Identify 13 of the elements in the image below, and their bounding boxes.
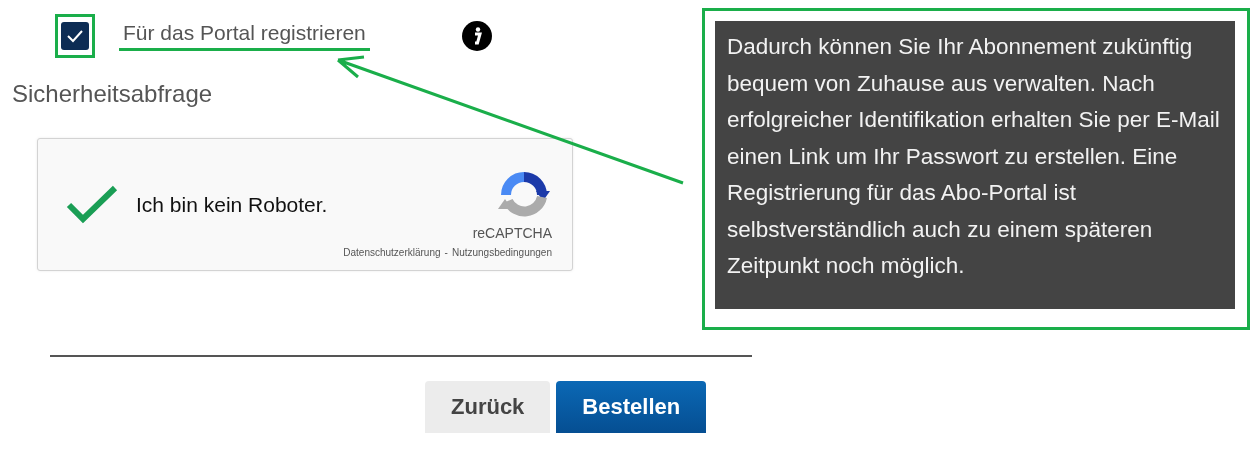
privacy-link[interactable]: Datenschutzerklärung bbox=[343, 247, 441, 258]
info-icon[interactable] bbox=[461, 21, 492, 51]
checkmark-icon[interactable] bbox=[66, 184, 118, 225]
link-separator: - bbox=[444, 247, 448, 258]
check-icon bbox=[66, 29, 84, 43]
terms-link[interactable]: Nutzungsbedingungen bbox=[451, 247, 552, 258]
tooltip: Dadurch können Sie Ihr Abonnement zukünftig bequem von Zuhause aus verwalten. Nach erfolgreicher Identifikation erhalten Sie per E-Mail einen Link um Ihr Passwort zu erstellen. Eine Registrierung für das Abo-Portal ist selbstverständlich auch zu einem späteren Zeitpunkt noch möglich. bbox=[715, 21, 1235, 309]
checkbox-label[interactable]: Für das Portal registrieren bbox=[119, 21, 370, 51]
order-button[interactable]: Bestellen bbox=[556, 381, 707, 433]
captcha-brand: reCAPTCHA bbox=[472, 225, 552, 241]
back-button[interactable]: Zurück bbox=[425, 381, 551, 433]
checkbox[interactable] bbox=[61, 22, 89, 50]
captcha-label: Ich bin kein Roboter. bbox=[136, 192, 329, 217]
